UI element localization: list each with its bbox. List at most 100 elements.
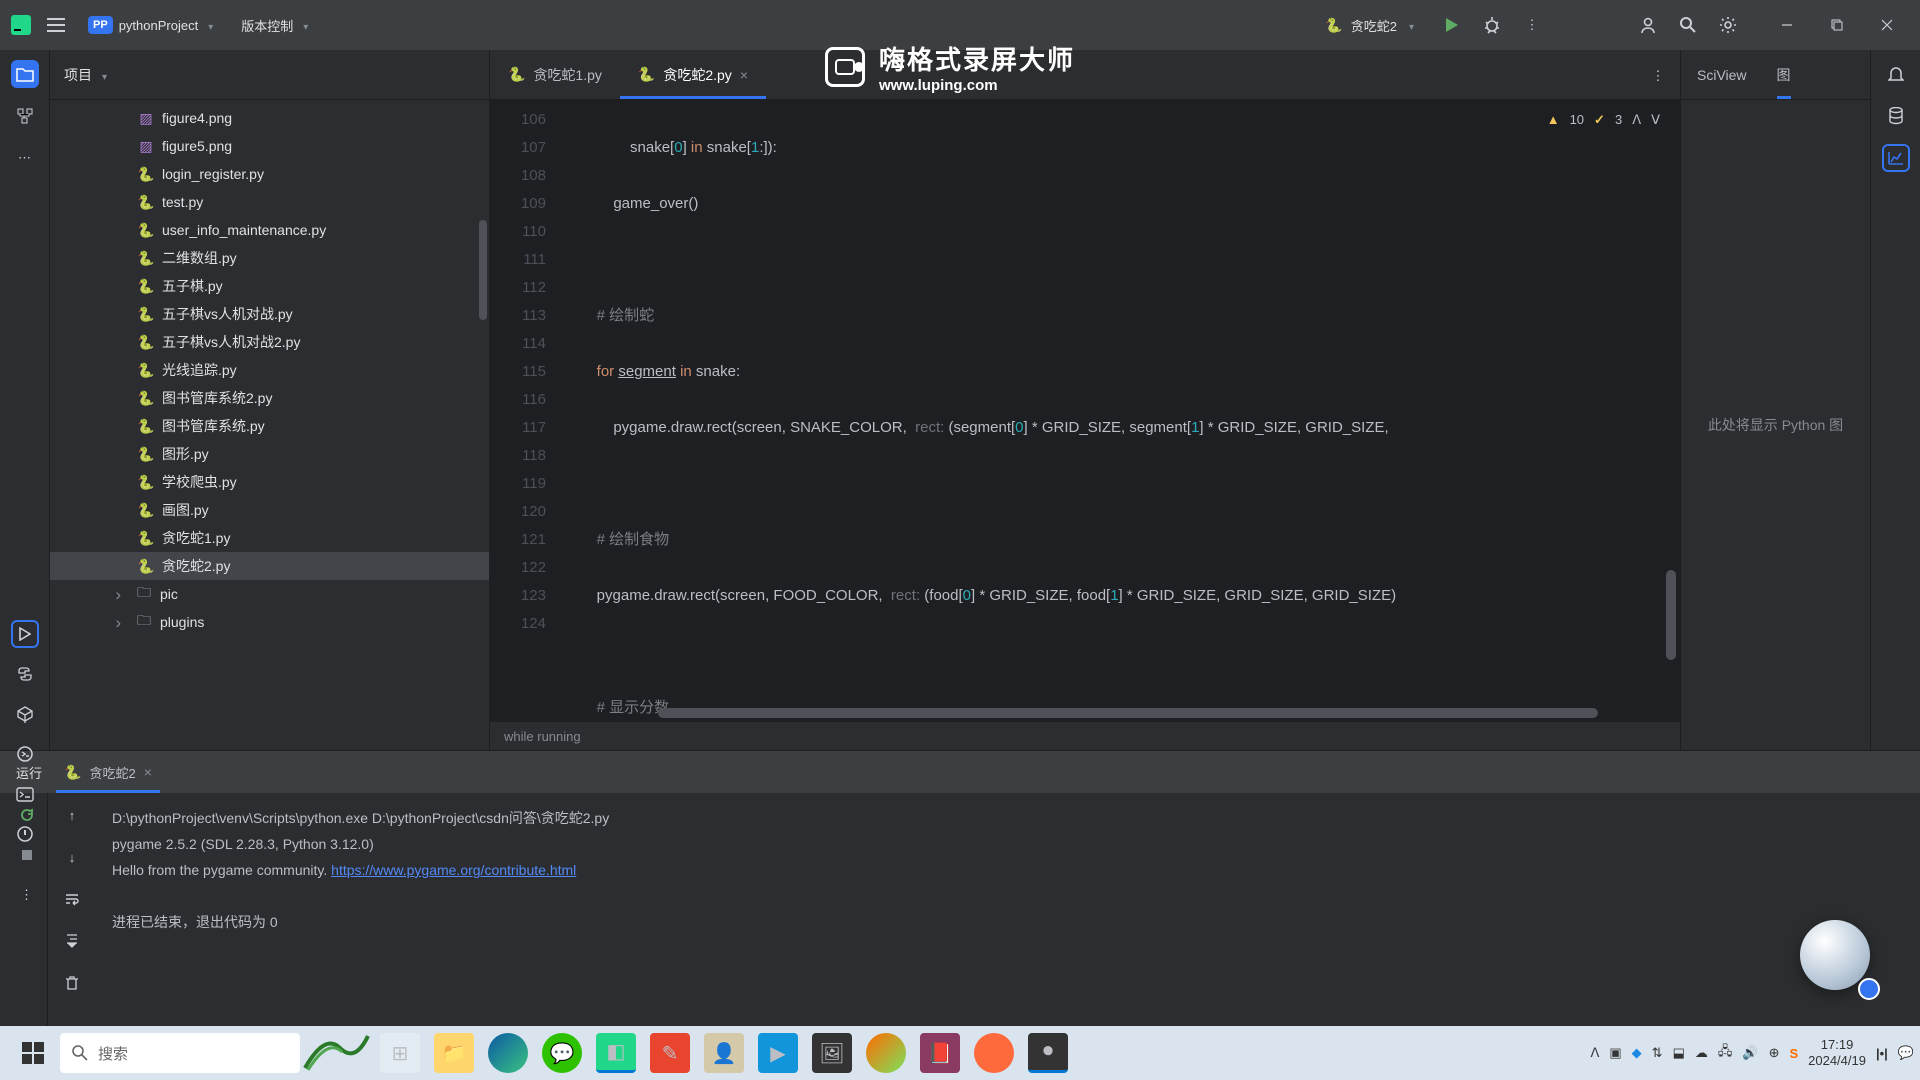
app-icon-4[interactable]: 🖼 xyxy=(812,1033,852,1073)
close-tab-icon[interactable]: × xyxy=(740,67,748,83)
explorer-icon[interactable]: 📁 xyxy=(434,1033,474,1073)
project-selector[interactable]: PP pythonProject xyxy=(80,12,221,38)
file-item[interactable]: 🐍学校爬虫.py xyxy=(50,468,489,496)
file-item[interactable]: 🐍图形.py xyxy=(50,440,489,468)
structure-tool-button[interactable] xyxy=(11,102,39,130)
pycharm-taskbar-icon[interactable]: ◧ xyxy=(596,1033,636,1073)
file-item[interactable]: 🐍五子棋vs人机对战2.py xyxy=(50,328,489,356)
folder-item[interactable]: 🗀plugins xyxy=(50,608,489,636)
notifications-icon[interactable]: 💬 xyxy=(1898,1045,1914,1061)
tray-chevron[interactable]: ᐱ xyxy=(1590,1045,1599,1061)
file-item[interactable]: 🐍贪吃蛇2.py xyxy=(50,552,489,580)
down-button[interactable]: ↓ xyxy=(58,843,86,871)
file-item[interactable]: 🐍二维数组.py xyxy=(50,244,489,272)
tree-scrollbar[interactable] xyxy=(479,220,487,320)
line-gutter[interactable]: 1061071081091101111121131141151161171181… xyxy=(490,100,568,722)
database-button[interactable] xyxy=(1882,102,1910,130)
tray-icon[interactable]: ⬓ xyxy=(1673,1045,1685,1061)
up-button[interactable]: ↑ xyxy=(58,801,86,829)
debug-button[interactable] xyxy=(1480,13,1504,37)
notifications-button[interactable] xyxy=(1882,60,1910,88)
project-tool-button[interactable] xyxy=(11,60,39,88)
file-item[interactable]: 🐍图书管库系统.py xyxy=(50,412,489,440)
app-icon-2[interactable]: 👤 xyxy=(704,1033,744,1073)
inspect-up[interactable]: ᐱ xyxy=(1632,106,1641,134)
edge-icon[interactable] xyxy=(488,1033,528,1073)
editor-vscrollbar[interactable] xyxy=(1666,570,1676,660)
python-console-button[interactable] xyxy=(11,740,39,768)
main-menu-button[interactable] xyxy=(44,13,68,37)
run-button[interactable] xyxy=(1440,13,1464,37)
tray-icon[interactable]: |•| xyxy=(1876,1046,1888,1061)
app-icon-7[interactable] xyxy=(974,1033,1014,1073)
terminal-button[interactable] xyxy=(11,780,39,808)
file-item[interactable]: 🐍贪吃蛇1.py xyxy=(50,524,489,552)
tray-icon[interactable]: ◆ xyxy=(1632,1045,1642,1061)
file-tree[interactable]: ▨figure4.png▨figure5.png🐍login_register.… xyxy=(50,100,489,750)
scroll-end-button[interactable] xyxy=(58,927,86,955)
plots-tab[interactable]: 图 xyxy=(1777,50,1791,99)
tray-icon[interactable]: ▣ xyxy=(1609,1045,1621,1061)
file-item[interactable]: 🐍login_register.py xyxy=(50,160,489,188)
inspect-down[interactable]: ᐯ xyxy=(1651,106,1660,134)
editor-hscrollbar[interactable] xyxy=(658,708,1598,718)
file-item[interactable]: ▨figure4.png xyxy=(50,104,489,132)
folder-item[interactable]: 🗀pic xyxy=(50,580,489,608)
tray-volume-icon[interactable]: 🔊 xyxy=(1742,1045,1758,1061)
editor-breadcrumb[interactable]: while running xyxy=(490,722,1680,750)
run-options-button[interactable]: ⋮ xyxy=(13,881,41,909)
assistant-bubble[interactable] xyxy=(1800,920,1870,990)
python-packages-button[interactable] xyxy=(11,660,39,688)
file-item[interactable]: 🐍光线追踪.py xyxy=(50,356,489,384)
recorder-icon[interactable]: ⏺ xyxy=(1028,1033,1068,1073)
more-actions-button[interactable]: ⋮ xyxy=(1520,13,1544,37)
taskbar-widget[interactable] xyxy=(300,1028,370,1078)
taskbar-search[interactable]: 搜索 xyxy=(60,1033,300,1073)
clear-button[interactable] xyxy=(58,969,86,997)
close-icon[interactable]: × xyxy=(144,764,152,780)
search-everywhere-button[interactable] xyxy=(1676,13,1700,37)
editor-tab-1[interactable]: 🐍 贪吃蛇1.py xyxy=(490,50,620,99)
tray-network-icon[interactable]: 🖧 xyxy=(1718,1042,1733,1064)
file-item[interactable]: 🐍五子棋vs人机对战.py xyxy=(50,300,489,328)
pygame-link[interactable]: https://www.pygame.org/contribute.html xyxy=(331,862,576,878)
code-with-me-button[interactable] xyxy=(1636,13,1660,37)
vcs-menu[interactable]: 版本控制 xyxy=(233,12,316,39)
wechat-icon[interactable]: 💬 xyxy=(542,1033,582,1073)
app-icon-1[interactable]: ✎ xyxy=(650,1033,690,1073)
file-item[interactable]: 🐍test.py xyxy=(50,188,489,216)
soft-wrap-button[interactable] xyxy=(58,885,86,913)
start-button[interactable] xyxy=(6,1026,60,1080)
console-output[interactable]: D:\pythonProject\venv\Scripts\python.exe… xyxy=(96,793,1920,1030)
task-view-button[interactable]: ⊞ xyxy=(380,1033,420,1073)
tray-icon[interactable]: ☁ xyxy=(1695,1045,1708,1061)
file-item[interactable]: 🐍user_info_maintenance.py xyxy=(50,216,489,244)
services-button[interactable] xyxy=(11,700,39,728)
app-icon-6[interactable]: 📕 xyxy=(920,1033,960,1073)
code-content[interactable]: snake[0] in snake[1:]): game_over() # 绘制… xyxy=(568,100,1680,722)
settings-button[interactable] xyxy=(1716,13,1740,37)
close-button[interactable] xyxy=(1864,9,1910,41)
minimize-button[interactable] xyxy=(1764,9,1810,41)
file-item[interactable]: 🐍图书管库系统2.py xyxy=(50,384,489,412)
problems-button[interactable] xyxy=(11,820,39,848)
run-config-selector[interactable]: 🐍 贪吃蛇2 xyxy=(1315,12,1424,39)
tab-options-button[interactable]: ⋮ xyxy=(1646,64,1670,88)
run-config-tab[interactable]: 🐍 贪吃蛇2 × xyxy=(56,751,160,793)
code-area[interactable]: ▲10 ✓3 ᐱ ᐯ 10610710810911011111211311411… xyxy=(490,100,1680,722)
tray-icon[interactable]: ⊕ xyxy=(1769,1045,1780,1061)
run-tool-button[interactable] xyxy=(11,620,39,648)
system-tray[interactable]: ᐱ ▣ ◆ ⇅ ⬓ ☁ 🖧 🔊 ⊕ S 17:19 2024/4/19 |•| … xyxy=(1590,1037,1914,1069)
maximize-button[interactable] xyxy=(1814,9,1860,41)
tray-icon[interactable]: ⇅ xyxy=(1652,1045,1663,1061)
file-item[interactable]: 🐍画图.py xyxy=(50,496,489,524)
sciview-tab[interactable]: SciView xyxy=(1697,50,1747,99)
taskbar-clock[interactable]: 17:19 2024/4/19 xyxy=(1808,1037,1866,1069)
tray-icon[interactable]: S xyxy=(1789,1046,1798,1061)
app-icon-5[interactable] xyxy=(866,1033,906,1073)
app-icon-3[interactable]: ▶ xyxy=(758,1033,798,1073)
more-tools-button[interactable]: ⋯ xyxy=(11,144,39,172)
editor-tab-2[interactable]: 🐍 贪吃蛇2.py × xyxy=(620,50,766,99)
file-item[interactable]: ▨figure5.png xyxy=(50,132,489,160)
sciview-button[interactable] xyxy=(1882,144,1910,172)
